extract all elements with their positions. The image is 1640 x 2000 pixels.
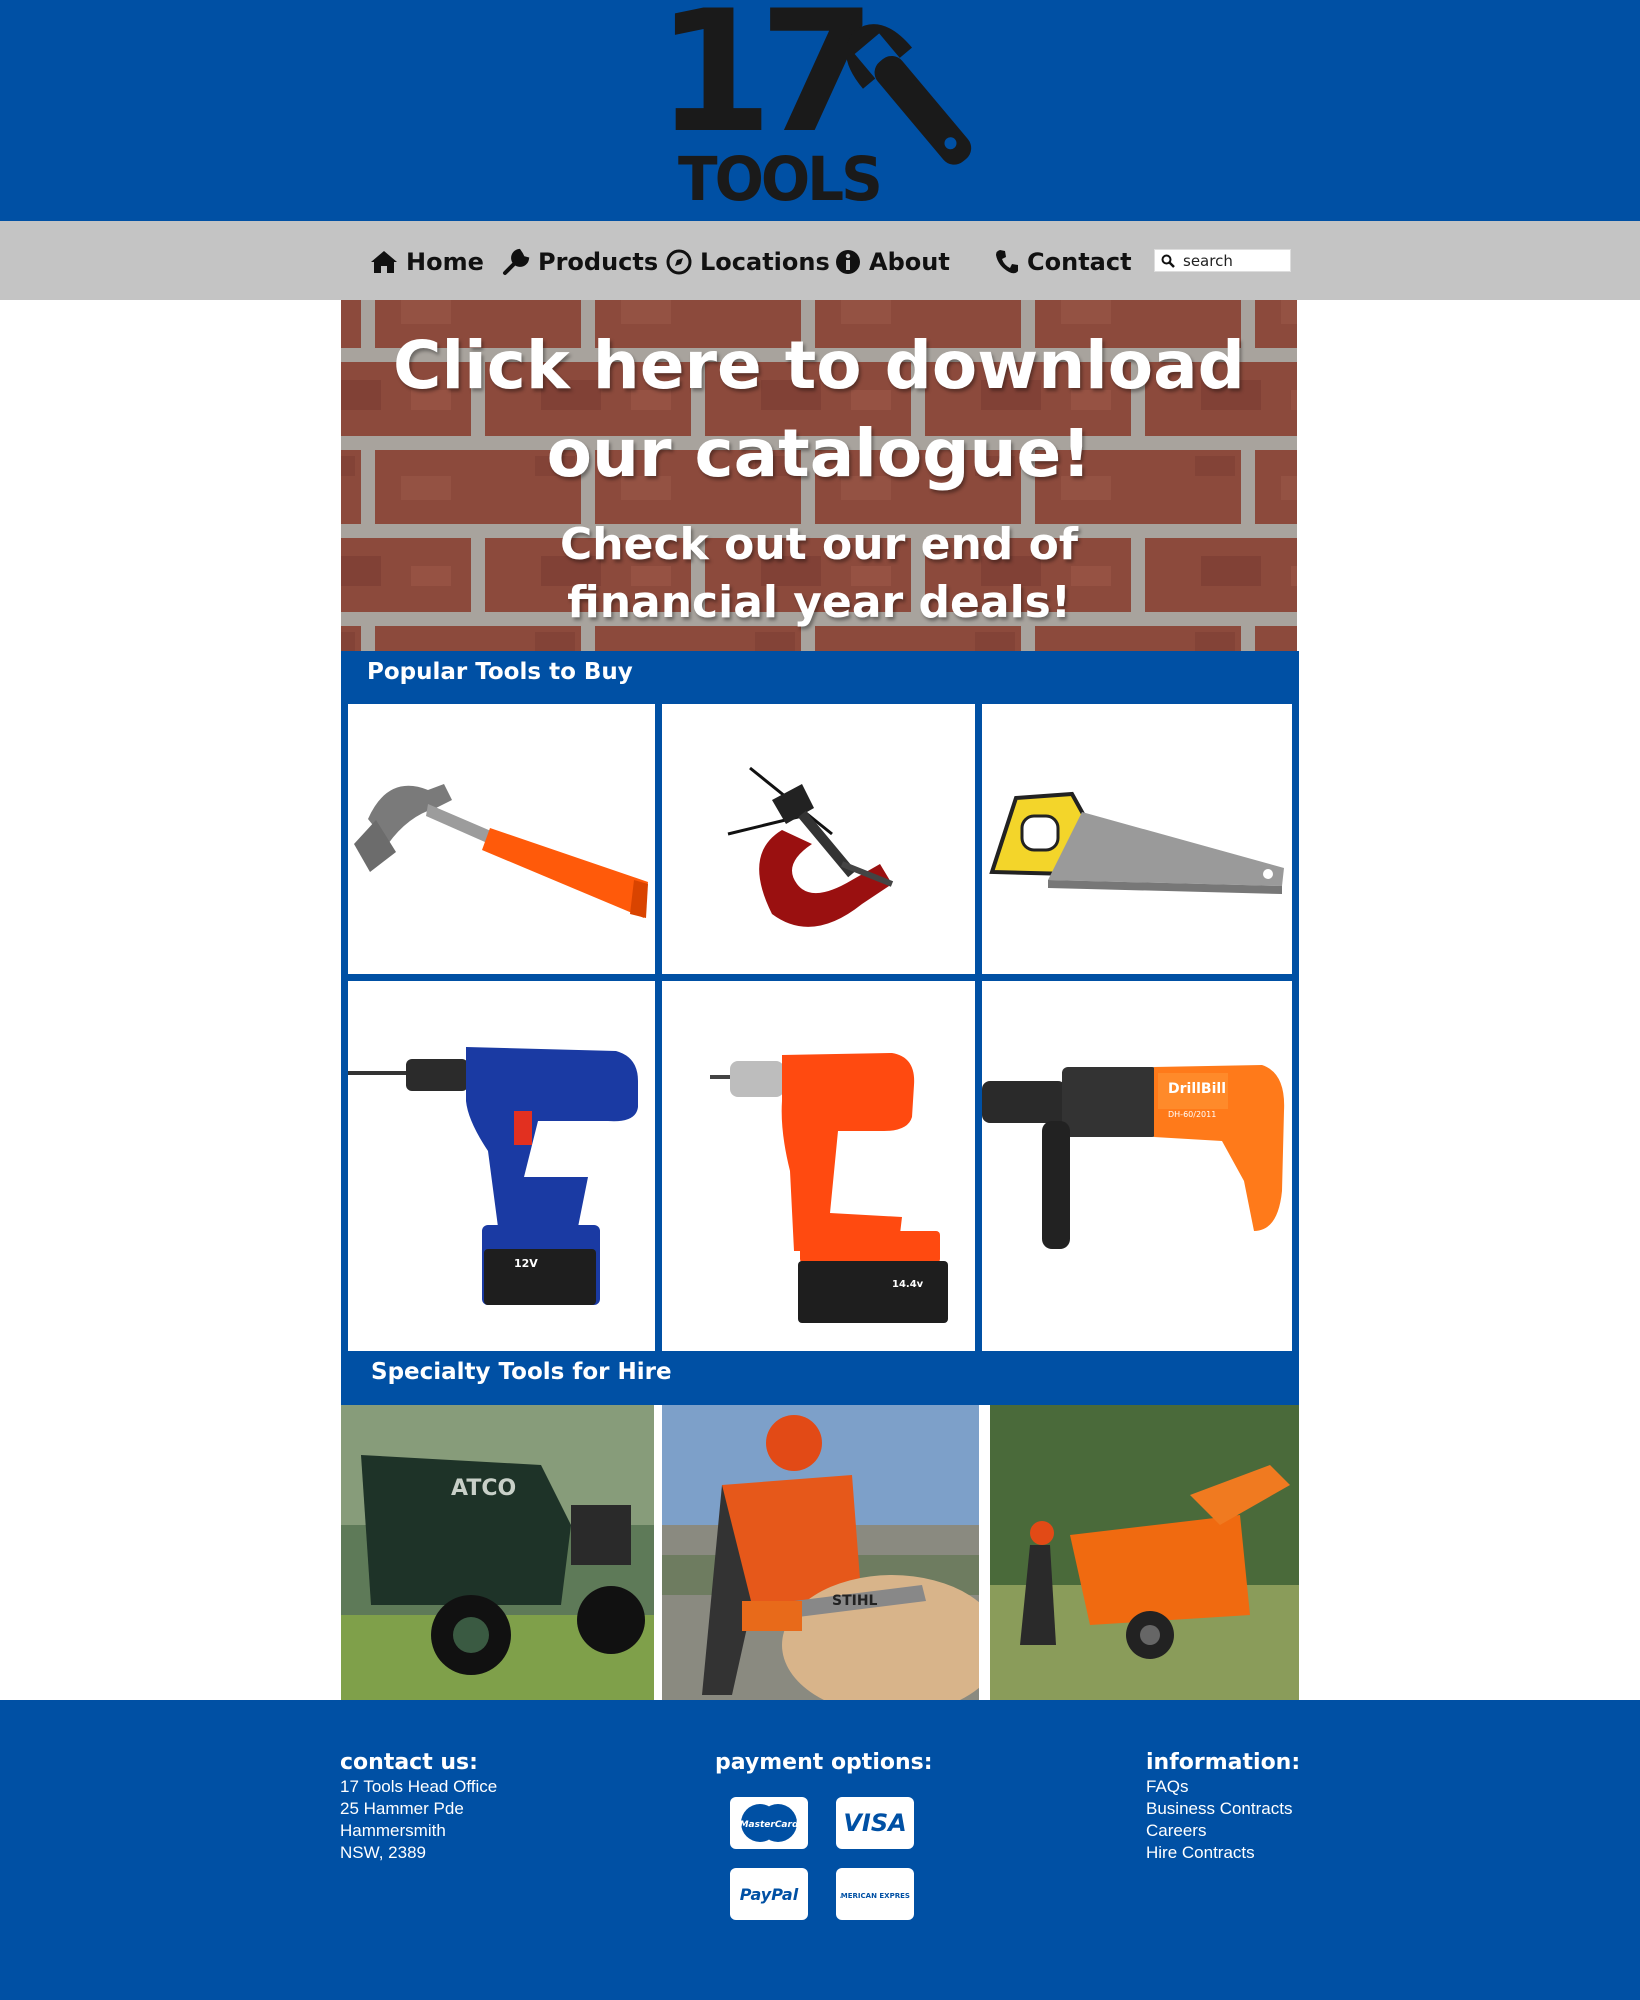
phone-icon: [996, 250, 1018, 274]
popular-tools-section: Popular Tools to Buy 12V 14.4v DrillBill…: [341, 651, 1299, 1405]
drill-model-label: DH-60/2011: [1168, 1110, 1216, 1119]
wood-chipper-photo: [990, 1405, 1299, 1700]
nav-about-label: About: [869, 248, 950, 276]
chainsaw-brand: STIHL: [832, 1593, 878, 1609]
site-footer: contact us: 17 Tools Head Office 25 Hamm…: [0, 1700, 1640, 2000]
hire-tools-title: Specialty Tools for Hire: [371, 1359, 672, 1385]
wrench-icon: [846, 24, 972, 165]
mower-brand: ATCO: [451, 1476, 516, 1501]
compass-icon: [666, 249, 692, 275]
hand-saw-icon: [989, 791, 1284, 894]
contact-line-1: 17 Tools Head Office: [340, 1777, 498, 1796]
product-tile-orange-drill[interactable]: 14.4v: [662, 981, 975, 1351]
nav-products-label: Products: [538, 248, 659, 276]
nav-contact[interactable]: Contact: [995, 247, 1132, 277]
product-tile-clamp[interactable]: [662, 704, 975, 974]
banner-subtitle: Check out our end of financial year deal…: [341, 516, 1297, 632]
contact-line-4: NSW, 2389: [340, 1843, 426, 1862]
popular-tools-title: Popular Tools to Buy: [367, 659, 633, 685]
main-nav: Home Products Locations About Contact: [0, 221, 1640, 300]
amex-icon: AMERICAN EXPRESS: [836, 1868, 914, 1920]
product-tile-saw[interactable]: [982, 704, 1292, 974]
search-icon: [1161, 254, 1175, 268]
orange-cordless-drill-icon: 14.4v: [710, 1053, 948, 1323]
nav-locations-label: Locations: [700, 248, 830, 276]
site-logo[interactable]: 17 TOOLS: [650, 0, 990, 210]
information-heading: information:: [1146, 1750, 1301, 1775]
drill-voltage-badge: 12V: [514, 1257, 538, 1270]
banner-title: Click here to download our catalogue!: [341, 322, 1297, 498]
payment-heading: payment options:: [715, 1750, 933, 1775]
chainsaw-worker-photo: STIHL: [662, 1405, 979, 1700]
footer-link-careers[interactable]: Careers: [1146, 1820, 1206, 1842]
footer-link-hire-contracts[interactable]: Hire Contracts: [1146, 1842, 1255, 1864]
claw-hammer-icon: [354, 784, 648, 918]
hire-tile-chainsaw[interactable]: STIHL: [662, 1405, 979, 1700]
nav-about[interactable]: About: [835, 247, 950, 277]
contact-line-3: Hammersmith: [340, 1821, 446, 1840]
banner-title-line1: Click here to download: [393, 327, 1245, 404]
mastercard-icon: MasterCard: [730, 1797, 808, 1849]
blue-cordless-drill-icon: 12V: [348, 1047, 638, 1305]
visa-icon: VISA: [836, 1797, 914, 1849]
nav-locations[interactable]: Locations: [666, 247, 830, 277]
wrench-icon: [503, 248, 530, 275]
hire-tile-chipper[interactable]: [990, 1405, 1299, 1700]
banner-subtitle-line2: financial year deals!: [567, 577, 1071, 628]
mastercard-label: MasterCard: [740, 1820, 799, 1830]
catalogue-banner[interactable]: Click here to download our catalogue! Ch…: [341, 300, 1297, 651]
product-tile-hammer[interactable]: [348, 704, 655, 974]
amex-label: AMERICAN EXPRESS: [840, 1892, 910, 1900]
contact-line-2: 25 Hammer Pde: [340, 1799, 464, 1818]
visa-label: VISA: [843, 1809, 906, 1837]
search-input[interactable]: [1183, 251, 1283, 270]
drill-voltage-badge: 14.4v: [892, 1279, 924, 1290]
nav-contact-label: Contact: [1027, 248, 1132, 276]
banner-subtitle-line1: Check out our end of: [560, 519, 1078, 570]
ride-on-mower-photo: ATCO: [341, 1405, 654, 1700]
contact-heading: contact us:: [340, 1750, 478, 1775]
paypal-icon: PayPal: [730, 1868, 808, 1920]
g-clamp-icon: [727, 766, 894, 927]
nav-home[interactable]: Home: [370, 247, 484, 277]
footer-link-faqs[interactable]: FAQs: [1146, 1776, 1189, 1798]
drill-brand-label: DrillBill: [1168, 1081, 1226, 1097]
paypal-label: PayPal: [740, 1885, 799, 1904]
home-icon: [371, 251, 397, 273]
product-tile-hammer-drill[interactable]: DrillBill DH-60/2011: [982, 981, 1292, 1351]
rotary-hammer-drill-icon: DrillBill DH-60/2011: [982, 1065, 1285, 1249]
info-icon: [836, 250, 860, 274]
footer-link-business-contracts[interactable]: Business Contracts: [1146, 1798, 1292, 1820]
product-tile-blue-drill[interactable]: 12V: [348, 981, 655, 1351]
nav-products[interactable]: Products: [502, 247, 658, 277]
hire-tile-mower[interactable]: ATCO: [341, 1405, 654, 1700]
banner-title-line2: our catalogue!: [546, 415, 1092, 492]
nav-home-label: Home: [406, 248, 484, 276]
site-header: 17 TOOLS: [0, 0, 1640, 221]
search-box[interactable]: [1154, 249, 1291, 272]
